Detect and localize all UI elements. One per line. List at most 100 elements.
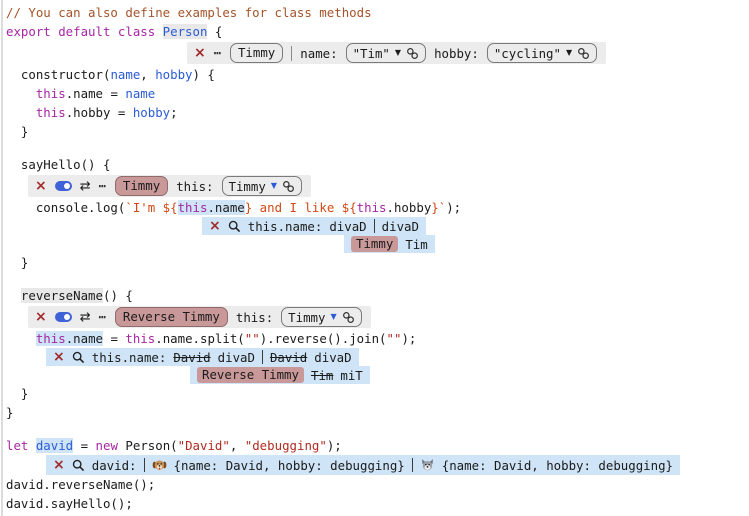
magnifier-icon[interactable] xyxy=(228,220,241,233)
magnifier-icon[interactable] xyxy=(72,459,85,472)
code-line: sayHello() { xyxy=(6,155,749,174)
more-options-icon[interactable]: ⋯ xyxy=(214,47,222,59)
code-token: sayHello() { xyxy=(6,157,110,172)
code-token: this xyxy=(178,200,208,215)
code-token: Person xyxy=(163,24,208,39)
value-dropdown[interactable]: "cycling"▼ xyxy=(487,43,597,63)
close-icon[interactable]: × xyxy=(194,46,206,60)
column-separator xyxy=(374,219,375,233)
code-token: new xyxy=(96,438,118,453)
toggle-icon[interactable] xyxy=(55,181,72,191)
toggle-icon[interactable] xyxy=(55,312,72,322)
code-line: } xyxy=(6,122,749,141)
link-icon[interactable] xyxy=(577,47,590,60)
code-token: this xyxy=(36,105,66,120)
code-token: }` xyxy=(431,200,446,215)
probe-value: miT xyxy=(340,368,362,383)
code-token: ${ xyxy=(342,200,357,215)
example-name-chip[interactable]: Reverse Timmy xyxy=(115,307,228,327)
code-token: this xyxy=(36,86,66,101)
link-icon[interactable] xyxy=(342,311,355,324)
code-line: // You can also define examples for clas… xyxy=(6,3,749,22)
dropdown-arrow-icon: ▼ xyxy=(395,49,401,57)
code-token: // You can also define examples for clas… xyxy=(6,5,372,20)
code-token xyxy=(6,86,36,101)
value-dropdown[interactable]: Timmy▼ xyxy=(222,176,302,196)
code-token: "" xyxy=(245,331,260,346)
probe-value: Tim xyxy=(405,237,427,252)
dog-icon xyxy=(152,458,167,473)
code-token: } xyxy=(6,386,28,401)
value-text: Timmy xyxy=(229,179,266,194)
probe-label: this.name: xyxy=(92,350,167,365)
code-token: `I'm xyxy=(125,200,162,215)
probe-value: David xyxy=(270,350,307,365)
code-token: () { xyxy=(103,288,133,303)
close-icon[interactable]: × xyxy=(209,219,221,233)
code-token: this xyxy=(357,200,387,215)
swap-arrows-icon[interactable]: ⇄ xyxy=(80,180,91,193)
editor-content: // You can also define examples for clas… xyxy=(6,3,749,513)
code-token: } xyxy=(6,405,13,420)
swap-arrows-icon[interactable]: ⇄ xyxy=(80,311,91,324)
probe-value: {name: David, hobby: debugging} xyxy=(442,458,673,473)
code-line: export default class Person { xyxy=(6,22,749,41)
code-token xyxy=(6,105,36,120)
magnifier-icon[interactable] xyxy=(72,351,85,364)
close-icon[interactable]: × xyxy=(35,310,47,324)
probe-label: this.name: xyxy=(248,219,323,234)
code-line: console.log(`I'm ${this.name} and I like… xyxy=(6,198,749,217)
value-text: Timmy xyxy=(288,310,325,325)
code-token: ); xyxy=(327,438,342,453)
code-token: name xyxy=(110,67,140,82)
example-name-chip[interactable]: Timmy xyxy=(115,176,168,196)
probe-value: David xyxy=(173,350,210,365)
code-token: } xyxy=(6,255,28,270)
link-icon[interactable] xyxy=(282,180,295,193)
probe-value: divaD xyxy=(218,350,255,365)
close-icon[interactable]: × xyxy=(53,458,65,472)
code-token: this xyxy=(125,331,155,346)
probe-label: david: xyxy=(92,458,137,473)
code-token: and I like xyxy=(252,200,342,215)
probe-value: Tim xyxy=(311,368,333,383)
code-token: david.sayHello(); xyxy=(6,496,133,511)
value-dropdown[interactable]: "Tim"▼ xyxy=(346,43,426,63)
value-text: "cycling" xyxy=(494,46,561,61)
dropdown-arrow-icon: ▼ xyxy=(330,313,336,321)
code-line: david.sayHello(); xyxy=(6,494,749,513)
probe-value: divaD xyxy=(329,219,366,234)
example-tag: Timmy xyxy=(351,236,398,252)
code-token: hobby xyxy=(155,67,192,82)
column-separator xyxy=(144,458,145,472)
link-icon[interactable] xyxy=(406,47,419,60)
example-tag: Reverse Timmy xyxy=(197,367,304,383)
code-line: reverseName() { xyxy=(6,286,749,305)
code-token: } xyxy=(6,124,28,139)
close-icon[interactable]: × xyxy=(53,350,65,364)
code-token: = xyxy=(73,438,95,453)
code-line: constructor(name, hobby) { xyxy=(6,65,749,84)
more-options-icon[interactable]: ⋯ xyxy=(99,180,107,192)
close-icon[interactable]: × xyxy=(35,179,47,193)
code-token: ).reverse().join( xyxy=(260,331,387,346)
code-token: ); xyxy=(401,331,416,346)
probe-row: × this.name: David divaD David divaD xyxy=(46,348,359,366)
blank-line xyxy=(6,422,749,436)
toggle-knob xyxy=(64,183,70,189)
probe-value: divaD xyxy=(314,350,351,365)
code-token: "" xyxy=(387,331,402,346)
code-line: this.name = name xyxy=(6,84,749,103)
field-label: this: xyxy=(176,179,213,194)
probe-row: ×david:{name: David, hobby: debugging}{n… xyxy=(46,455,680,475)
code-token: reverseName xyxy=(21,288,103,303)
example-name-chip[interactable]: Timmy xyxy=(230,43,283,63)
code-line: david.reverseName(); xyxy=(6,475,749,494)
more-options-icon[interactable]: ⋯ xyxy=(99,311,107,323)
widget-divider xyxy=(291,46,292,61)
code-token: console.log( xyxy=(6,200,125,215)
code-token: .hobby = xyxy=(66,105,133,120)
code-token: ; xyxy=(170,105,177,120)
value-dropdown[interactable]: Timmy ▼ xyxy=(281,307,361,327)
column-separator xyxy=(262,350,263,364)
